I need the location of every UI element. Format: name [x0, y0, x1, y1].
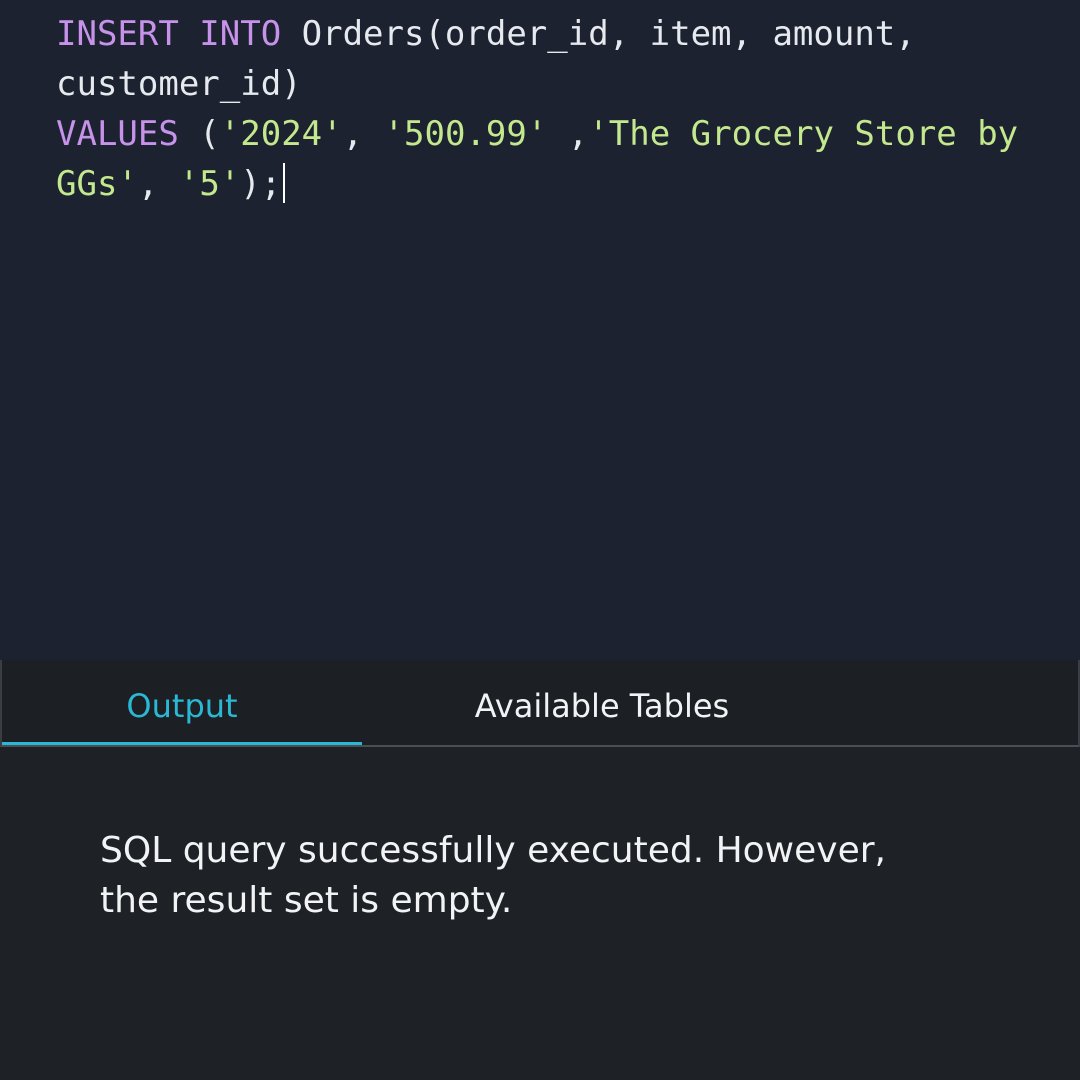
sql-token: );	[240, 164, 282, 204]
code-editor[interactable]: INSERT INTO Orders(order_id, item, amoun…	[0, 0, 1080, 660]
code-line: GGs', '5');	[56, 159, 1066, 209]
results-panel: Output Available Tables SQL query succes…	[0, 660, 1080, 1080]
sql-token: ,	[137, 164, 179, 204]
sql-playground: INSERT INTO Orders(order_id, item, amoun…	[0, 0, 1080, 1080]
code-line: VALUES ('2024', '500.99' ,'The Grocery S…	[56, 109, 1066, 159]
sql-token: (	[178, 114, 220, 154]
sql-string-literal: '500.99'	[383, 114, 548, 154]
sql-keyword: INSERT INTO	[56, 14, 282, 54]
sql-keyword: VALUES	[56, 114, 179, 154]
tab-available-tables[interactable]: Available Tables	[422, 660, 782, 745]
sql-token: ,	[342, 114, 384, 154]
sql-string-literal: 'The Grocery Store by	[588, 114, 1019, 154]
results-tab-bar: Output Available Tables	[0, 660, 1080, 747]
code-line: customer_id)	[56, 59, 1066, 109]
code-content[interactable]: INSERT INTO Orders(order_id, item, amoun…	[56, 9, 1066, 209]
sql-token: customer_id)	[56, 64, 302, 104]
code-line: INSERT INTO Orders(order_id, item, amoun…	[56, 9, 1066, 59]
tab-output[interactable]: Output	[2, 660, 362, 745]
sql-token: Orders(order_id, item, amount,	[281, 14, 916, 54]
output-message-line: SQL query successfully executed. However…	[100, 830, 886, 871]
sql-string-literal: GGs'	[56, 164, 138, 204]
sql-string-literal: '5'	[178, 164, 241, 204]
sql-string-literal: '2024'	[219, 114, 343, 154]
sql-token: ,	[547, 114, 589, 154]
output-message-line: the result set is empty.	[100, 880, 513, 921]
output-message: SQL query successfully executed. However…	[100, 826, 1000, 926]
text-cursor	[283, 163, 286, 203]
